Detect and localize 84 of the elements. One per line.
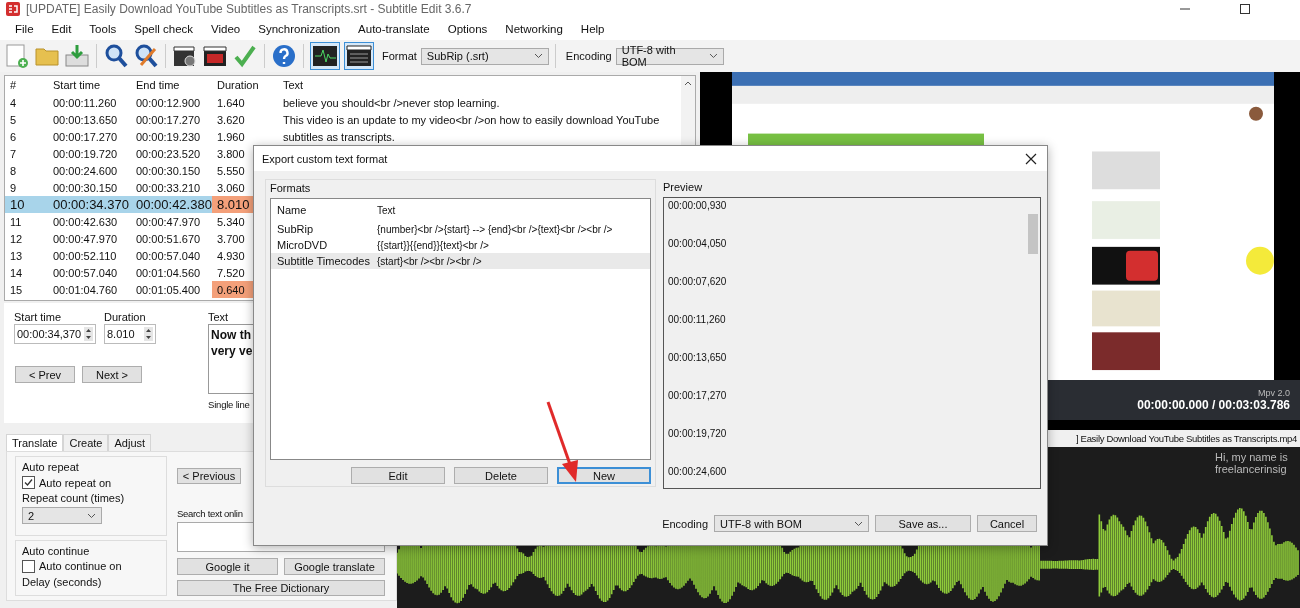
table-cell-text: 00:00:42.380 bbox=[135, 196, 212, 213]
table-cell-text: 1.640 bbox=[216, 95, 246, 111]
table-cell-text: 00:00:42.630 bbox=[52, 214, 119, 230]
preview-line: 00:00:11,260 bbox=[668, 314, 727, 327]
table-cell-text: 00:00:23.520 bbox=[135, 146, 202, 162]
table-cell-text: 00:00:13.650 bbox=[52, 112, 119, 128]
table-cell-text: 00:00:57.040 bbox=[135, 248, 202, 264]
table-cell-text: 00:01:05.400 bbox=[135, 282, 202, 298]
encoding-label: Encoding bbox=[662, 517, 708, 530]
table-cell-text: 00:01:04.560 bbox=[135, 265, 202, 281]
table-cell-text: 00:00:47.970 bbox=[135, 214, 202, 230]
delay-label: Delay (seconds) bbox=[22, 575, 103, 588]
table-cell-text: subtitles as transcripts. bbox=[282, 129, 396, 145]
table-cell-text: 00:00:34.370 bbox=[52, 196, 130, 213]
table-cell-text: 11 bbox=[9, 214, 23, 230]
preview-line: 00:00:24,600 bbox=[668, 466, 727, 479]
preview-line: 00:00:00,930 bbox=[668, 200, 727, 213]
preview-line: 00:00:19,720 bbox=[668, 428, 727, 441]
table-cell-text: 00:00:47.970 bbox=[52, 231, 119, 247]
table-cell-text: 4.930 bbox=[216, 248, 246, 264]
table-cell-text: 00:00:17.270 bbox=[52, 129, 119, 145]
dialog-title: Export custom text format bbox=[262, 152, 388, 165]
table-cell-text: 00:00:33.210 bbox=[135, 180, 202, 196]
checkbox-label: Auto repeat on bbox=[39, 476, 112, 489]
table-cell-text: believe you should<br />never stop learning. bbox=[282, 95, 501, 111]
table-cell-text: 00:00:24.600 bbox=[52, 163, 119, 179]
table-cell-text: 14 bbox=[9, 265, 24, 281]
table-cell-text: {{start}}{{end}}{text}<br /> bbox=[376, 239, 490, 251]
text-label: Text bbox=[208, 311, 230, 323]
player-name: Mpv 2.0 bbox=[1258, 388, 1290, 398]
table-cell-text: 00:00:52.110 bbox=[52, 248, 118, 264]
table-cell-text: 5 bbox=[9, 112, 18, 128]
repeat-count-label: Repeat count (times) bbox=[22, 492, 126, 504]
checkbox-label: Auto continue on bbox=[39, 560, 122, 573]
table-cell-text: 00:00:19.230 bbox=[135, 129, 202, 145]
table-cell-text: This video is an update to my video<br />on how to easily download YouTube bbox=[282, 112, 661, 128]
table-cell-text: 10 bbox=[9, 196, 26, 213]
group-title: Formats bbox=[270, 182, 312, 194]
preview-line: 00:00:17,270 bbox=[668, 390, 727, 403]
subtitle-text: freelancerinsig bbox=[1215, 463, 1288, 475]
table-cell-text: 6 bbox=[9, 129, 18, 145]
table-cell-text: 4 bbox=[9, 95, 18, 111]
group-title: Auto continue bbox=[22, 544, 91, 557]
table-cell-text: MicroDVD bbox=[276, 239, 329, 251]
video-time: 00:00:00.000 / 00:03:03.786 bbox=[1137, 398, 1290, 412]
table-cell-text: 7 bbox=[9, 146, 18, 162]
table-cell-text: 13 bbox=[9, 248, 24, 264]
duration-label: Duration bbox=[104, 311, 147, 323]
table-cell-text: {start}<br /><br /><br /> bbox=[376, 255, 483, 267]
encoding-label: Encoding bbox=[565, 50, 612, 62]
table-cell-text: 00:00:12.900 bbox=[135, 95, 202, 111]
preview-line: 00:00:13,650 bbox=[668, 352, 727, 365]
table-cell-text: {number}<br />{start} --> {end}<br />{text}<br /><br /> bbox=[376, 223, 614, 235]
table-cell-text: 00:00:17.270 bbox=[135, 112, 202, 128]
table-cell-text: Subtitle Timecodes bbox=[276, 255, 371, 267]
group-title: Auto repeat bbox=[22, 461, 80, 473]
table-cell-text: 7.520 bbox=[216, 265, 246, 281]
table-cell-text: 00:00:51.670 bbox=[135, 231, 202, 247]
table-cell-text: 00:00:19.720 bbox=[52, 146, 119, 162]
table-cell-text: 3.700 bbox=[216, 231, 246, 247]
table-cell-text: 3.620 bbox=[216, 112, 246, 128]
preview-line: 00:00:04,050 bbox=[668, 238, 727, 251]
preview-line: 00:00:07,620 bbox=[668, 276, 727, 289]
table-cell-text: 15 bbox=[9, 282, 24, 298]
search-online-label: Search text onlin bbox=[177, 508, 244, 519]
table-cell-text: 5.550 bbox=[216, 163, 246, 179]
table-cell-text: 00:00:11.260 bbox=[52, 95, 118, 111]
table-cell-text: 00:01:04.760 bbox=[52, 282, 119, 298]
window-title: [UPDATE] Easily Download YouTube Subtitles as Transcripts.srt - Subtitle Edit 3.6.7 bbox=[26, 2, 472, 16]
table-cell-text: 5.340 bbox=[216, 214, 246, 230]
table-cell-text: 1.960 bbox=[216, 129, 246, 145]
video-filename: ] Easily Download YouTube Subtitles as Transcripts.mp4 bbox=[1075, 433, 1297, 444]
table-cell-text: 00:00:30.150 bbox=[52, 180, 119, 196]
table-cell-text: 00:00:30.150 bbox=[135, 163, 202, 179]
table-cell-text: SubRip bbox=[276, 223, 315, 235]
table-cell-text: 8 bbox=[9, 163, 18, 179]
format-label: Format bbox=[382, 50, 417, 62]
group-title: Preview bbox=[663, 181, 704, 193]
table-cell-text: 00:00:57.040 bbox=[52, 265, 119, 281]
single-line-label: Single line bbox=[208, 399, 251, 410]
start-time-label: Start time bbox=[14, 311, 63, 323]
table-cell-text: 12 bbox=[9, 231, 24, 247]
table-cell-text: 9 bbox=[9, 180, 18, 196]
subtitle-text: Hi, my name is bbox=[1215, 451, 1289, 463]
